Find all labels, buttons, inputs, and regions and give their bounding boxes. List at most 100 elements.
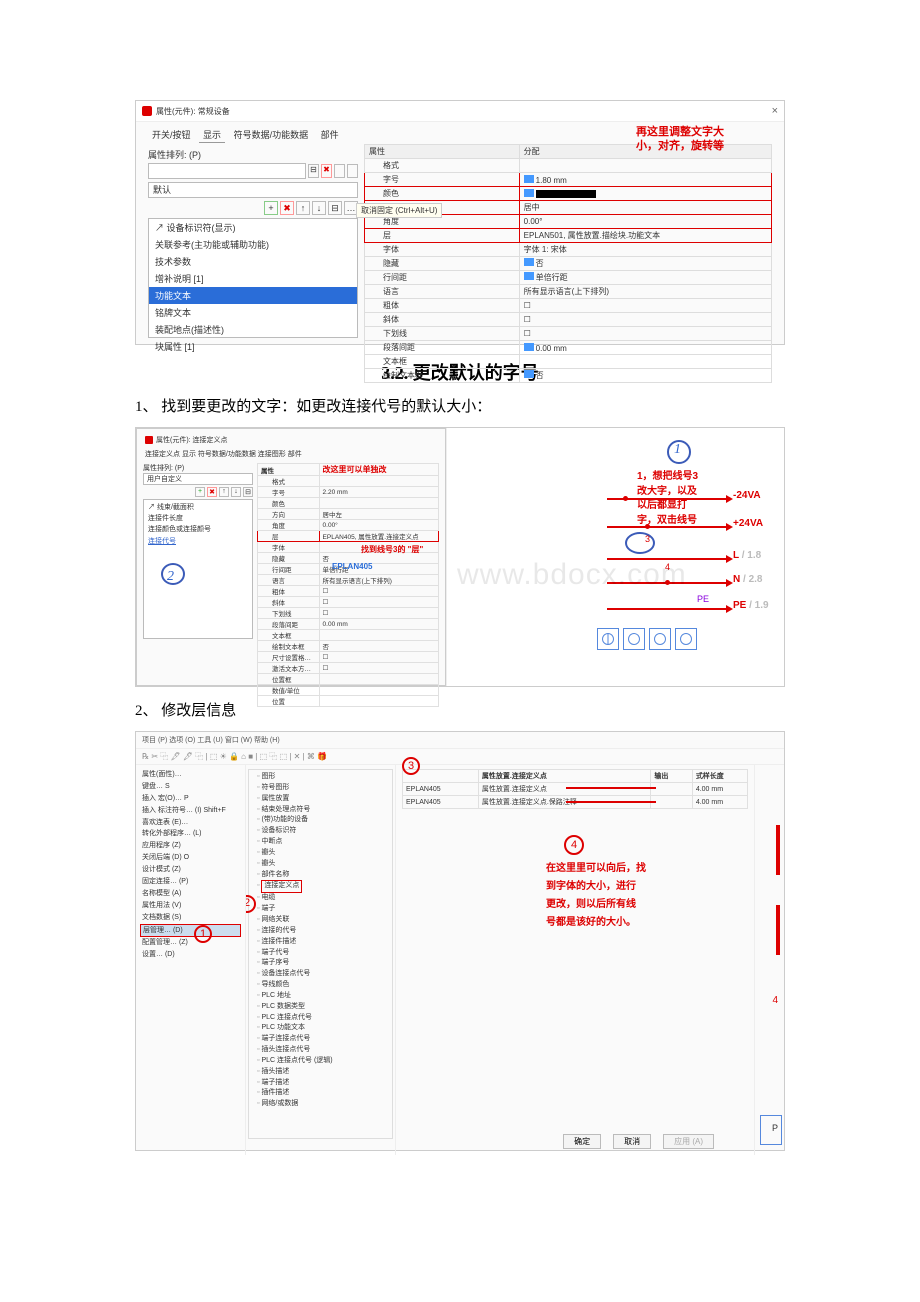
tree-item[interactable]: 端子序号 (257, 958, 390, 969)
tree-item[interactable]: 设备连接点代号 (257, 969, 390, 980)
up-button[interactable]: ↑ (219, 487, 229, 497)
property-list[interactable]: ↗ 线束/截面积 连接件长度 连接颜色或连接颜号 连接代号 (143, 499, 253, 639)
tree-item[interactable]: (带)功能的设备 (257, 815, 390, 826)
add-button[interactable]: + (264, 201, 278, 215)
menu-item[interactable]: 名称模型 (A) (140, 888, 241, 900)
table-row[interactable]: 位置框 (258, 674, 439, 685)
tree-item[interactable]: 连接定义点 (257, 880, 390, 893)
menu-item[interactable]: 设置… (D) (140, 949, 241, 961)
list-item[interactable]: 功能文本 (149, 287, 357, 304)
tree-item[interactable]: 瓣头 (257, 848, 390, 859)
table-row[interactable]: 角度0.00° (258, 520, 439, 531)
list-item[interactable]: 增补说明 [1] (149, 270, 357, 287)
misc-button[interactable]: ⊟ (243, 487, 253, 497)
apply-button[interactable]: 应用 (A) (663, 1134, 714, 1149)
tree-item[interactable]: 设备标识符 (257, 826, 390, 837)
tree-item[interactable]: 连接件描述 (257, 937, 390, 948)
tree-item[interactable]: PLC 数据类型 (257, 1002, 390, 1013)
tree-item[interactable]: 属性放置 (257, 794, 390, 805)
list-item[interactable]: ↗ 线束/截面积 (148, 502, 248, 513)
ok-button[interactable]: 确定 (563, 1134, 601, 1149)
table-row[interactable]: 段落间距0.00 mm (365, 341, 772, 355)
list-item[interactable]: 关联参考(主功能或辅助功能) (149, 236, 357, 253)
table-row[interactable]: 字号1.80 mm (365, 173, 772, 187)
table-row[interactable]: 字体字体 1: 宋体 (365, 243, 772, 257)
table-row[interactable]: 段落间距0.00 mm (258, 619, 439, 630)
table-row[interactable]: 文本框 (258, 630, 439, 641)
menu-item[interactable]: 属性用法 (V) (140, 900, 241, 912)
table-row[interactable]: 方向居中左 (258, 509, 439, 520)
tree-item[interactable]: 瓣头 (257, 859, 390, 870)
sort-input[interactable] (148, 163, 306, 179)
menu-item[interactable]: 转化外部程序… (L) (140, 828, 241, 840)
menu-item[interactable]: 属性(面性)… (140, 769, 241, 781)
tab-part[interactable]: 部件 (317, 128, 343, 142)
table-row[interactable]: 绘制文本框否 (258, 641, 439, 652)
delete-button[interactable]: ✖ (321, 164, 332, 178)
default-dropdown[interactable]: 默认 (148, 182, 358, 198)
tree-item[interactable]: 端子代号 (257, 948, 390, 959)
tree-item[interactable]: PLC 连接点代号 (257, 1013, 390, 1024)
menu-item[interactable]: 应用程序 (Z) (140, 840, 241, 852)
tree-item[interactable]: 图形 (257, 772, 390, 783)
table-row[interactable]: 下划线☐ (258, 608, 439, 619)
close-icon[interactable]: × (772, 105, 778, 117)
table-row[interactable]: 层EPLAN501, 属性放置.描绘块.功能文本 (365, 229, 772, 243)
table-row[interactable]: 行间距单倍行距 (365, 271, 772, 285)
tree-item[interactable]: 网络/或数据 (257, 1099, 390, 1110)
tree-item[interactable]: 中断点 (257, 837, 390, 848)
menu-item[interactable]: 插入 宏(O)… P (140, 793, 241, 805)
list-item[interactable]: 块属性 [1] (149, 338, 357, 355)
table-row[interactable]: 绘制文本框否 (365, 369, 772, 383)
tree-item[interactable]: 部件名称 (257, 870, 390, 881)
menu-item[interactable]: 插入 标注符号… (I) Shift+F (140, 805, 241, 817)
tree-item[interactable]: 网络关联 (257, 915, 390, 926)
list-item[interactable]: 连接颜色或连接颜号 (148, 524, 248, 535)
menu-item[interactable]: 层管理… (D) (140, 924, 241, 938)
table-row[interactable]: 位置 (258, 696, 439, 707)
sort-input[interactable]: 用户自定义 (143, 473, 253, 485)
down-button[interactable]: ↓ (231, 487, 241, 497)
list-item[interactable]: 连接件长度 (148, 513, 248, 524)
table-row[interactable]: 颜色 (258, 498, 439, 509)
table-row[interactable]: 数值/单位 (258, 685, 439, 696)
list-item-selected[interactable]: 连接代号 (148, 536, 248, 547)
list-item[interactable]: 装配地点(描述性) (149, 321, 357, 338)
menu-item[interactable]: 文档数据 (S) (140, 912, 241, 924)
tree-panel[interactable]: 图形符号图形属性放置结束处理点符号(带)功能的设备设备标识符中断点瓣头瓣头部件名… (246, 765, 396, 1155)
extra-button-1[interactable] (334, 164, 345, 178)
table-row[interactable]: 语言所有显示语言(上下排列) (365, 285, 772, 299)
remove-button[interactable]: ✖ (207, 487, 217, 497)
tab-display[interactable]: 显示 (199, 128, 225, 143)
table-row[interactable]: 粗体☐ (258, 586, 439, 597)
menu-item[interactable]: 配置管理… (Z) (140, 937, 241, 949)
list-item[interactable]: 铭牌文本 (149, 304, 357, 321)
up-button[interactable]: ↑ (296, 201, 310, 215)
table-row[interactable]: 激活文本方…☐ (258, 663, 439, 674)
extra-button-2[interactable] (347, 164, 358, 178)
table-row[interactable]: 斜体☐ (258, 597, 439, 608)
tree-item[interactable]: 端子 (257, 904, 390, 915)
menu-item[interactable]: 键盘… S (140, 781, 241, 793)
table-row[interactable]: 层EPLAN405, 属性放置.连接定义点 (258, 531, 439, 542)
tree-item[interactable]: 电缆 (257, 893, 390, 904)
tab-switch[interactable]: 开关/按钮 (148, 128, 195, 142)
layer-table[interactable]: 属性放置.连接定义点 输出 式样长度 EPLAN405属性放置.连接定义点4.0… (402, 769, 748, 809)
tree-item[interactable]: 符号图形 (257, 783, 390, 794)
tree-item[interactable]: PLC 地址 (257, 991, 390, 1002)
cancel-button[interactable]: 取消 (613, 1134, 651, 1149)
dropdown-button[interactable]: ⊟ (308, 164, 319, 178)
remove-button[interactable]: ✖ (280, 201, 294, 215)
tree-item[interactable]: 端子描述 (257, 1078, 390, 1089)
menu-item[interactable]: 设计模式 (Z) (140, 864, 241, 876)
tree-item[interactable]: PLC 功能文本 (257, 1023, 390, 1034)
table-row[interactable]: 字号2.20 mm (258, 487, 439, 498)
table-row[interactable]: EPLAN405属性放置.连接定义点4.00 mm (403, 783, 748, 796)
table-row[interactable]: 斜体☐ (365, 313, 772, 327)
tree-item[interactable]: 结束处理点符号 (257, 805, 390, 816)
tree-item[interactable]: 导线颜色 (257, 980, 390, 991)
menubar[interactable]: 项目 (P) 选项 (O) 工具 (U) 窗口 (W) 帮助 (H) (136, 732, 784, 749)
menu-list[interactable]: 属性(面性)…键盘… S插入 宏(O)… P插入 标注符号… (I) Shift… (136, 765, 246, 1155)
table-row[interactable]: 文本框 (365, 355, 772, 369)
tabs[interactable]: 连接定义点 显示 符号数据/功能数据 连接图形 部件 (141, 447, 441, 461)
